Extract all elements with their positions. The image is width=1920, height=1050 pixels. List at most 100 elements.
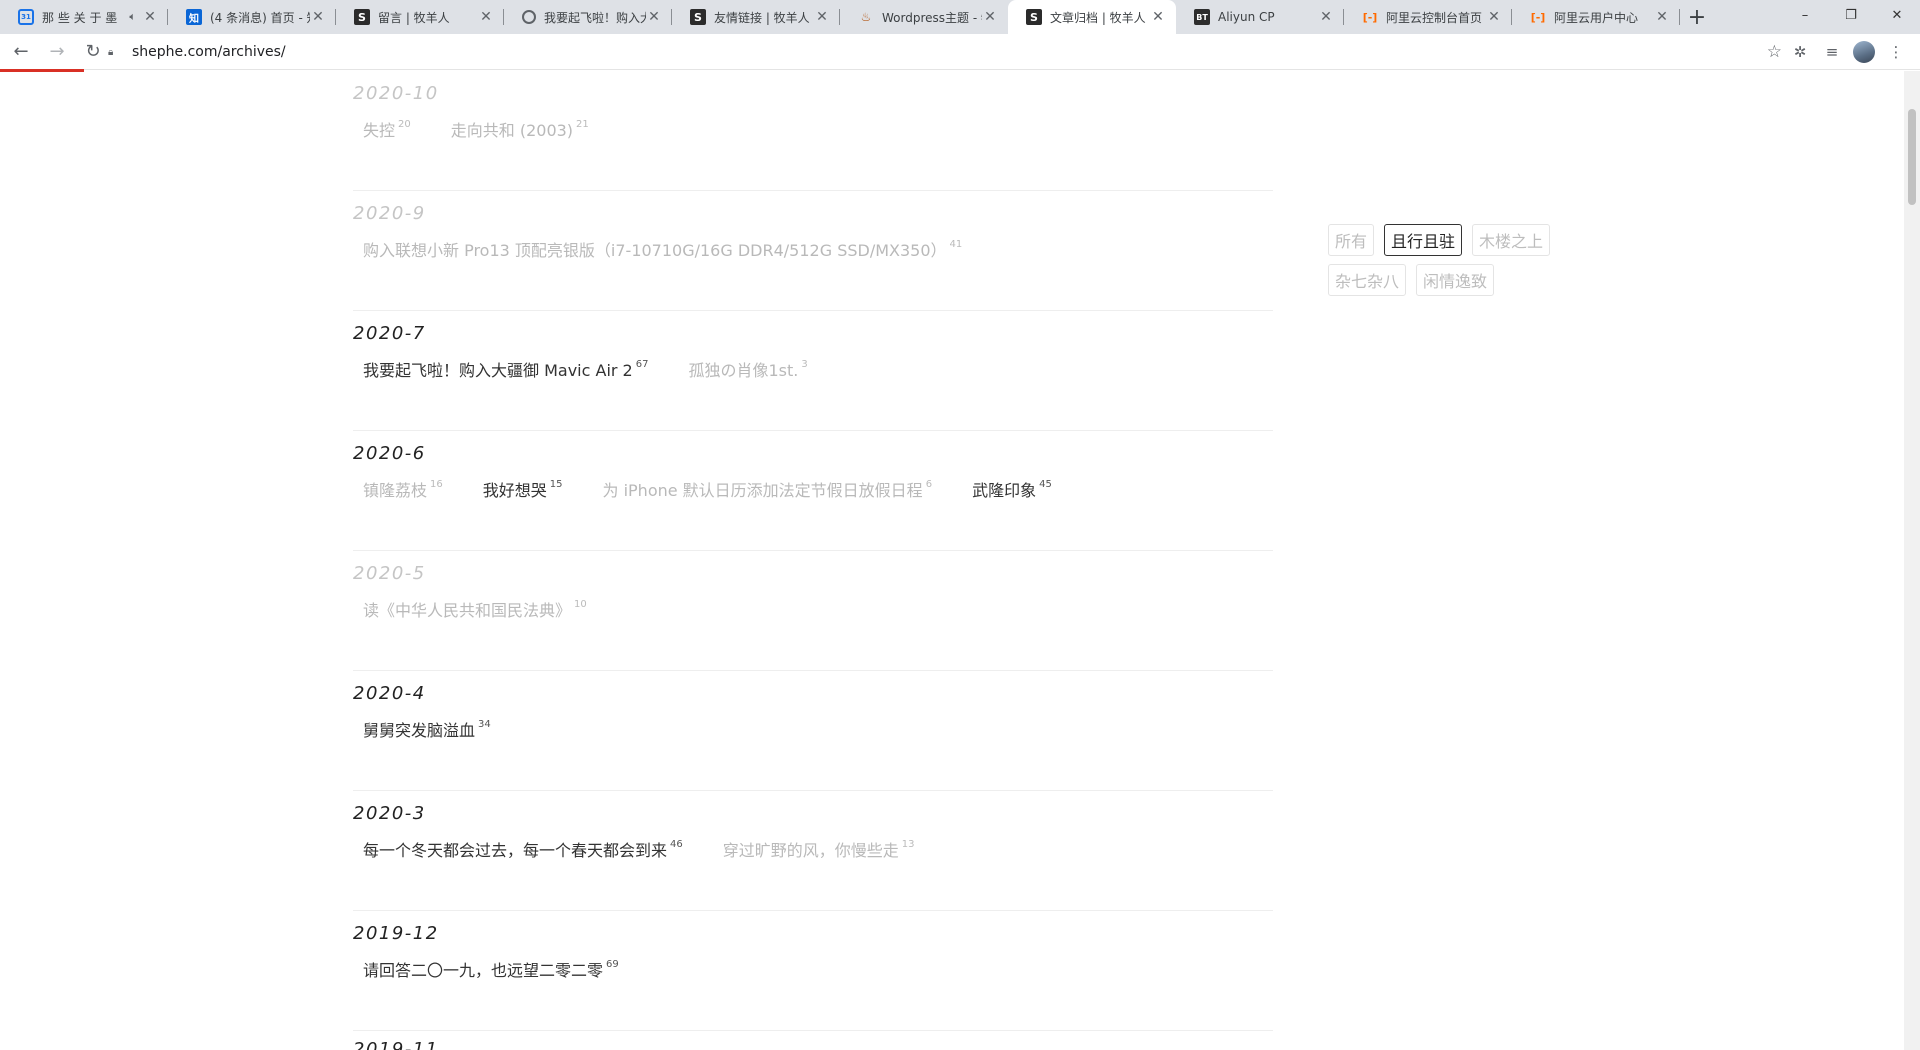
calendar-icon: 31: [18, 9, 34, 25]
post-link[interactable]: 每一个冬天都会过去，每一个春天都会到来 46: [363, 837, 683, 861]
post-list: 购入联想小新 Pro13 顶配亮银版（i7-10710G/16G DDR4/51…: [363, 237, 1002, 261]
category-filter-button[interactable]: 闲情逸致: [1416, 264, 1495, 296]
tab-title: 留言 | 牧羊人: [378, 10, 450, 25]
tab-title: 友情链接 | 牧羊人: [714, 10, 810, 25]
post-link[interactable]: 走向共和 (2003) 21: [451, 117, 589, 141]
archive-list: 2020-10 失控 20 走向共和 (2003) 21 2020-9 购入联想小新 Pro…: [353, 71, 1273, 1031]
back-button[interactable]: ←: [6, 37, 36, 67]
category-filter-button[interactable]: 且行且驻: [1384, 224, 1463, 256]
address-bar[interactable]: 🔒︎ shephe.com/archives/ ☆: [108, 38, 1782, 66]
page-scrollbar[interactable]: [1904, 71, 1920, 1050]
post-link[interactable]: 为 iPhone 默认日历添加法定节假日放假日程 6: [603, 477, 933, 501]
month-section: 2019-12 请回答二〇一九，也远望二零二零 69: [353, 911, 1273, 1031]
globe-icon: [522, 10, 536, 24]
comment-count: 10: [574, 598, 587, 610]
post-title: 我要起飞啦！购入大疆御 Mavic Air 2: [363, 361, 633, 380]
extensions-icon[interactable]: ✲: [1784, 38, 1816, 66]
bt-icon: BT: [1194, 9, 1210, 25]
month-section: 2020-6 镇隆荔枝 16 我好想哭 15 为 iPhone 默认日历添加法定节假日放假…: [353, 431, 1273, 551]
post-title: 孤独の肖像1st.: [688, 361, 799, 380]
close-icon[interactable]: ✕: [142, 9, 158, 25]
comment-count: 45: [1039, 478, 1052, 490]
new-tab-button[interactable]: +: [1680, 0, 1714, 34]
post-title: 走向共和 (2003): [450, 121, 574, 140]
post-link[interactable]: 武隆印象 45: [972, 477, 1052, 501]
post-list: 我要起飞啦！购入大疆御 Mavic Air 2 67 孤独の肖像1st. 3: [363, 357, 848, 381]
comment-count: 21: [576, 118, 589, 130]
post-list: 读《中华人民共和国民法典》 10: [363, 597, 627, 621]
browser-tab[interactable]: [-] 阿里云控制台首页 ✕: [1344, 0, 1512, 34]
browser-tab[interactable]: S 留言 | 牧羊人 ✕: [336, 0, 504, 34]
reload-button[interactable]: ↻: [78, 37, 108, 67]
post-title: 每一个冬天都会过去，每一个春天都会到来: [363, 841, 668, 860]
media-control-icon[interactable]: ≡: [1816, 38, 1848, 66]
browser-toolbar: ← → ↻ 🔒︎ shephe.com/archives/ ☆ ✲ ≡ ⋮: [0, 34, 1920, 70]
comment-count: 13: [901, 838, 915, 850]
bookmark-star-icon[interactable]: ☆: [1767, 42, 1782, 62]
minimize-button[interactable]: –: [1782, 0, 1828, 30]
close-icon[interactable]: ✕: [310, 9, 326, 25]
filter-row: 所有 且行且驻 木楼之上: [1328, 224, 1568, 256]
post-link[interactable]: 失控 20: [363, 117, 411, 141]
browser-tab[interactable]: 我要起飞啦！购入大 ✕: [504, 0, 672, 34]
menu-icon[interactable]: ⋮: [1880, 38, 1912, 66]
url-text[interactable]: shephe.com/archives/: [132, 44, 1768, 60]
restore-button[interactable]: ❐: [1828, 0, 1874, 30]
aliyun-icon: [-]: [1362, 10, 1378, 24]
month-title: 2020-9: [353, 203, 426, 224]
close-icon[interactable]: ✕: [478, 9, 494, 25]
profile-button[interactable]: [1848, 38, 1880, 66]
comment-count: 3: [801, 358, 808, 370]
post-title: 舅舅突发脑溢血: [363, 721, 476, 740]
browser-tab[interactable]: 知 (4 条消息) 首页 - 知 ✕: [168, 0, 336, 34]
speaker-icon[interactable]: 🔈︎: [129, 10, 136, 24]
shephe-icon: S: [1026, 9, 1042, 25]
close-icon[interactable]: ✕: [1150, 9, 1166, 25]
category-filter-button[interactable]: 木楼之上: [1472, 224, 1551, 256]
close-icon[interactable]: ✕: [646, 9, 662, 25]
post-link[interactable]: 我好想哭 15: [483, 477, 563, 501]
scrollbar-thumb[interactable]: [1908, 109, 1916, 205]
close-icon[interactable]: ✕: [982, 9, 998, 25]
post-link[interactable]: 请回答二〇一九，也远望二零二零 69: [363, 957, 619, 981]
post-link[interactable]: 购入联想小新 Pro13 顶配亮银版（i7-10710G/16G DDR4/51…: [363, 237, 962, 261]
browser-tab[interactable]: S 文章归档 | 牧羊人 ✕: [1008, 0, 1176, 34]
category-filters: 所有 且行且驻 木楼之上 杂七杂八 闲情逸致: [1328, 224, 1568, 304]
post-link[interactable]: 舅舅突发脑溢血 34: [363, 717, 491, 741]
close-icon[interactable]: ✕: [814, 9, 830, 25]
month-title: 2020-5: [353, 563, 426, 584]
post-link[interactable]: 镇隆荔枝 16: [363, 477, 443, 501]
category-filter-button[interactable]: 所有: [1328, 224, 1375, 256]
post-title: 购入联想小新 Pro13 顶配亮银版（i7-10710G/16G DDR4/51…: [363, 241, 947, 260]
category-filter-button[interactable]: 杂七杂八: [1328, 264, 1407, 296]
close-icon[interactable]: ✕: [1654, 9, 1670, 25]
post-link[interactable]: 孤独の肖像1st. 3: [688, 357, 807, 381]
tab-title: 我要起飞啦！购入大: [544, 10, 646, 25]
post-list: 镇隆荔枝 16 我好想哭 15 为 iPhone 默认日历添加法定节假日放假日程 6 武隆印…: [363, 477, 1092, 501]
shephe-icon: S: [354, 9, 370, 25]
post-link[interactable]: 我要起飞啦！购入大疆御 Mavic Air 2 67: [363, 357, 648, 381]
browser-tab[interactable]: ♨ Wordpress主题 - 牧 ✕: [840, 0, 1008, 34]
browser-tab[interactable]: BT Aliyun CP ✕: [1176, 0, 1344, 34]
post-link[interactable]: 穿过旷野的风，你慢些走 13: [723, 837, 915, 861]
post-list: 请回答二〇一九，也远望二零二零 69: [363, 957, 659, 981]
close-window-button[interactable]: ✕: [1874, 0, 1920, 30]
month-section: 2020-7 我要起飞啦！购入大疆御 Mavic Air 2 67 孤独の肖像1st.…: [353, 311, 1273, 431]
lock-icon: 🔒︎: [108, 46, 114, 58]
comment-count: 6: [925, 478, 933, 490]
browser-tab[interactable]: [-] 阿里云用户中心 ✕: [1512, 0, 1680, 34]
post-title: 武隆印象: [972, 481, 1037, 500]
close-icon[interactable]: ✕: [1486, 9, 1502, 25]
close-icon[interactable]: ✕: [1318, 9, 1334, 25]
browser-tab[interactable]: S 友情链接 | 牧羊人 ✕: [672, 0, 840, 34]
window-controls: – ❐ ✕: [1782, 0, 1920, 30]
month-title: 2020-10: [353, 83, 439, 104]
browser-tab[interactable]: 31 那 些 关 于 墨 🔈︎ ✕: [0, 0, 168, 34]
forward-button[interactable]: →: [42, 37, 72, 67]
post-link[interactable]: 读《中华人民共和国民法典》 10: [363, 597, 587, 621]
comment-count: 34: [478, 718, 491, 730]
post-title: 失控: [363, 121, 396, 140]
month-section: 2020-4 舅舅突发脑溢血 34: [353, 671, 1273, 791]
tab-title: 阿里云控制台首页: [1386, 10, 1483, 25]
arrow-right-icon: →: [49, 41, 65, 62]
